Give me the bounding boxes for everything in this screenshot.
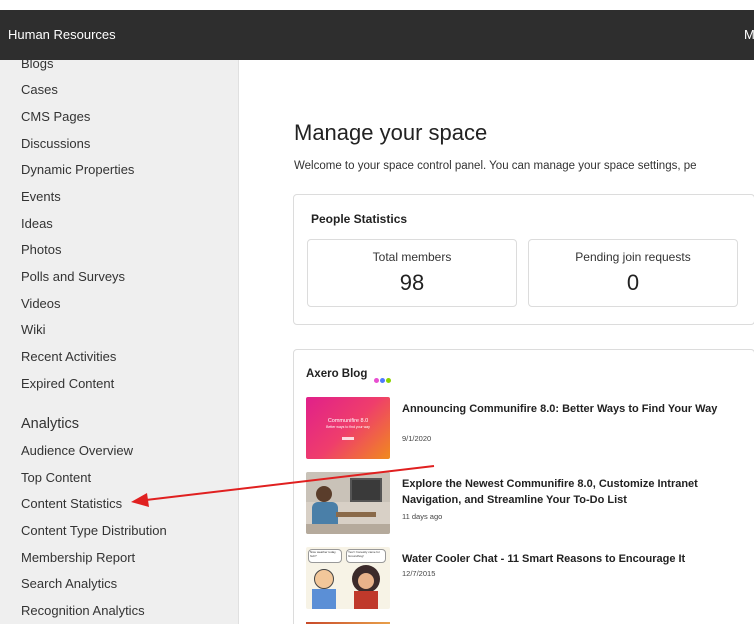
top-strip (0, 0, 754, 10)
sidebar: Blogs Cases CMS Pages Discussions Dynami… (0, 60, 239, 624)
pending-requests-box[interactable]: Pending join requests 0 (528, 239, 738, 307)
blog-dots-icon (374, 370, 392, 388)
sidebar-item-photos[interactable]: Photos (21, 242, 61, 257)
sidebar-item-videos[interactable]: Videos (21, 296, 61, 311)
thumb-subtitle: Better ways to find your way (326, 425, 370, 429)
sidebar-item-expired-content[interactable]: Expired Content (21, 376, 114, 391)
total-members-label: Total members (372, 250, 452, 264)
navbar-right-text[interactable]: M (744, 27, 754, 42)
sidebar-item-wiki[interactable]: Wiki (21, 322, 46, 337)
page-title: Manage your space (294, 120, 488, 145)
pending-requests-value: 0 (626, 270, 640, 295)
page-description: Welcome to your space control panel. You… (294, 160, 697, 172)
sidebar-item-discussions[interactable]: Discussions (21, 136, 90, 151)
total-members-value: 98 (399, 270, 425, 295)
sidebar-item-audience-overview[interactable]: Audience Overview (21, 443, 133, 458)
top-navbar: Human Resources M (0, 10, 754, 60)
post-thumbnail[interactable]: Communifire 8.0 Better ways to find your… (306, 397, 390, 459)
post-thumbnail[interactable] (306, 472, 390, 534)
post-title[interactable]: Announcing Communifire 8.0: Better Ways … (402, 401, 742, 417)
post-thumbnail[interactable]: Nice weather today, huh? Yes! I honestly… (306, 547, 390, 609)
sidebar-item-membership-report[interactable]: Membership Report (21, 550, 135, 565)
post-title[interactable]: Water Cooler Chat - 11 Smart Reasons to … (402, 551, 742, 567)
post-title[interactable]: Explore the Newest Communifire 8.0, Cust… (402, 476, 742, 508)
main-content: Manage your space Welcome to your space … (240, 60, 754, 624)
post-date: 9/1/2020 (402, 434, 432, 443)
post-date: 12/7/2015 (402, 569, 436, 578)
sidebar-item-cases[interactable]: Cases (21, 82, 58, 97)
sidebar-item-ideas[interactable]: Ideas (21, 216, 53, 231)
thumb-logo-icon (342, 437, 354, 440)
sidebar-item-content-statistics[interactable]: Content Statistics (21, 496, 122, 511)
thumb-title: Communifire 8.0 (327, 418, 369, 424)
post-date: 11 days ago (402, 512, 443, 521)
sidebar-item-cms-pages[interactable]: CMS Pages (21, 109, 90, 124)
pending-requests-label: Pending join requests (575, 250, 691, 264)
sidebar-item-events[interactable]: Events (21, 189, 61, 204)
people-statistics-title: People Statistics (311, 212, 408, 226)
sidebar-item-search-analytics[interactable]: Search Analytics (21, 576, 117, 591)
speech-bubble: Yes! I honestly came for Groundhog! (346, 549, 386, 563)
sidebar-item-top-content[interactable]: Top Content (21, 470, 91, 485)
sidebar-item-recent-activities[interactable]: Recent Activities (21, 349, 116, 364)
total-members-box[interactable]: Total members 98 (307, 239, 517, 307)
analytics-heading: Analytics (21, 416, 80, 432)
speech-bubble: Nice weather today, huh? (308, 549, 342, 563)
blog-title[interactable]: Axero Blog (306, 368, 367, 380)
people-statistics-card: People Statistics Total members 98 Pendi… (293, 194, 754, 325)
sidebar-item-blogs[interactable]: Blogs (21, 60, 54, 71)
sidebar-item-recognition-analytics[interactable]: Recognition Analytics (21, 603, 145, 618)
sidebar-item-polls-and-surveys[interactable]: Polls and Surveys (21, 269, 125, 284)
sidebar-item-dynamic-properties[interactable]: Dynamic Properties (21, 162, 134, 177)
sidebar-item-content-type-distribution[interactable]: Content Type Distribution (21, 523, 167, 538)
axero-blog-card: Axero Blog Communifire 8.0 Better ways t… (293, 349, 754, 624)
space-title[interactable]: Human Resources (8, 27, 116, 42)
